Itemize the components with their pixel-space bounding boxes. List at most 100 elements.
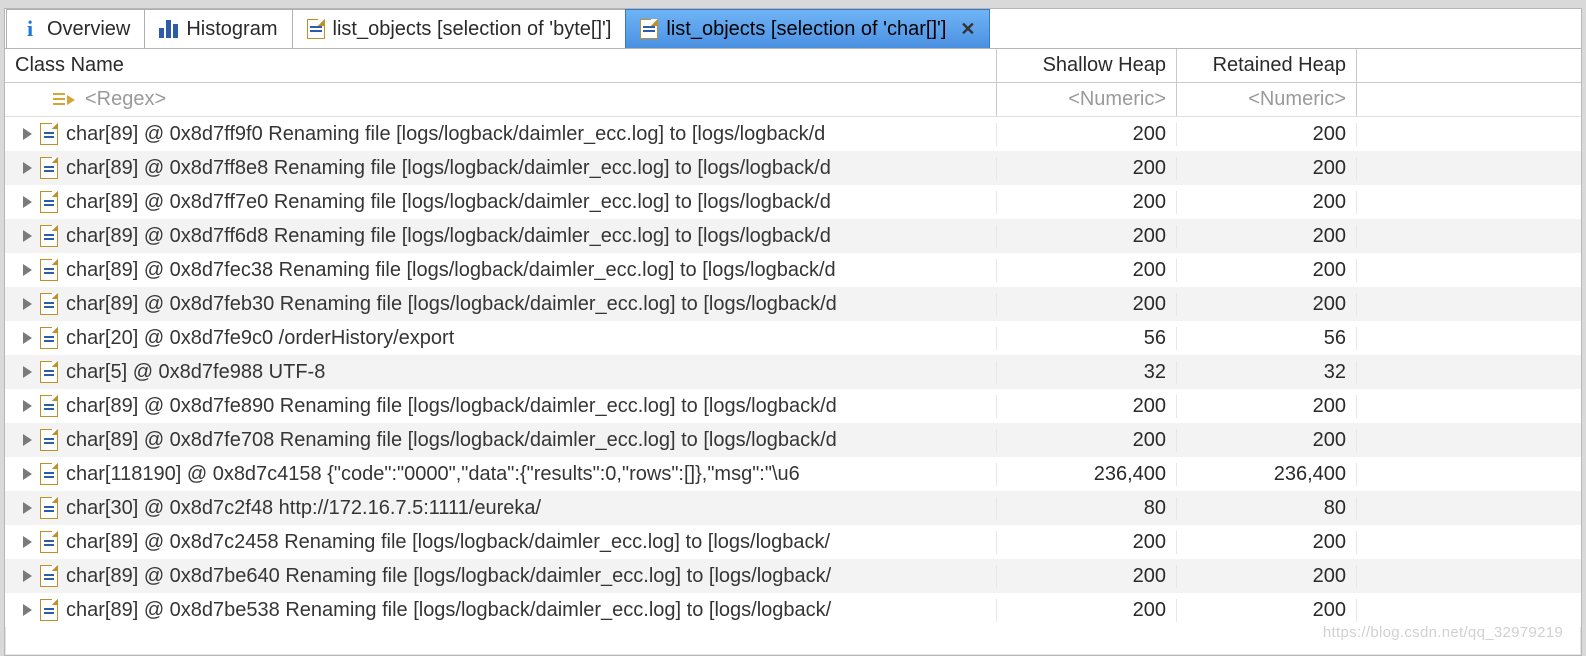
row-class-name: char[89] @ 0x8d7be538 Renaming file [log… xyxy=(66,599,831,622)
row-shallow-heap: 200 xyxy=(997,531,1177,554)
object-icon xyxy=(40,191,58,213)
column-header-class-name[interactable]: Class Name xyxy=(5,49,997,82)
expand-caret-icon[interactable] xyxy=(23,536,32,548)
object-icon xyxy=(40,531,58,553)
row-retained-heap: 236,400 xyxy=(1177,463,1357,486)
row-shallow-heap: 200 xyxy=(997,191,1177,214)
table-row[interactable]: char[89] @ 0x8d7be538 Renaming file [log… xyxy=(5,593,1581,627)
row-shallow-heap: 200 xyxy=(997,123,1177,146)
expand-caret-icon[interactable] xyxy=(23,604,32,616)
tab-list-objects-char[interactable]: list_objects [selection of 'char[]'] ✕ xyxy=(625,9,990,48)
table-row[interactable]: char[89] @ 0x8d7c2458 Renaming file [log… xyxy=(5,525,1581,559)
row-retained-heap: 32 xyxy=(1177,361,1357,384)
row-retained-heap: 200 xyxy=(1177,565,1357,588)
row-shallow-heap: 200 xyxy=(997,565,1177,588)
table-body: char[89] @ 0x8d7ff9f0 Renaming file [log… xyxy=(5,117,1581,655)
row-class-name: char[20] @ 0x8d7fe9c0 /orderHistory/expo… xyxy=(66,327,454,350)
row-class-name: char[89] @ 0x8d7ff9f0 Renaming file [log… xyxy=(66,123,825,146)
row-class-name: char[118190] @ 0x8d7c4158 {"code":"0000"… xyxy=(66,463,800,486)
table-row[interactable]: char[118190] @ 0x8d7c4158 {"code":"0000"… xyxy=(5,457,1581,491)
column-header-shallow-heap[interactable]: Shallow Heap xyxy=(997,49,1177,82)
object-icon xyxy=(40,327,58,349)
table-row[interactable]: char[30] @ 0x8d7c2f48 http://172.16.7.5:… xyxy=(5,491,1581,525)
close-icon[interactable]: ✕ xyxy=(960,19,975,40)
filter-row: <Regex> <Numeric> <Numeric> xyxy=(5,83,1581,117)
row-class-name: char[89] @ 0x8d7be640 Renaming file [log… xyxy=(66,565,831,588)
table-row[interactable]: char[89] @ 0x8d7feb30 Renaming file [log… xyxy=(5,287,1581,321)
row-retained-heap: 200 xyxy=(1177,293,1357,316)
table-row[interactable]: char[89] @ 0x8d7fe708 Renaming file [log… xyxy=(5,423,1581,457)
object-icon xyxy=(40,361,58,383)
row-retained-heap: 200 xyxy=(1177,531,1357,554)
filter-shallow-input[interactable]: <Numeric> xyxy=(1068,88,1166,111)
expand-caret-icon[interactable] xyxy=(23,570,32,582)
filter-retained-input[interactable]: <Numeric> xyxy=(1248,88,1346,111)
tab-label: list_objects [selection of 'char[]'] xyxy=(666,18,946,41)
info-icon: i xyxy=(21,16,39,42)
expand-caret-icon[interactable] xyxy=(23,162,32,174)
object-icon xyxy=(40,463,58,485)
tab-list-objects-byte[interactable]: list_objects [selection of 'byte[]'] xyxy=(292,9,627,48)
expand-caret-icon[interactable] xyxy=(23,196,32,208)
row-class-name: char[89] @ 0x8d7c2458 Renaming file [log… xyxy=(66,531,830,554)
expand-caret-icon[interactable] xyxy=(23,400,32,412)
row-shallow-heap: 200 xyxy=(997,599,1177,622)
table-row[interactable]: char[89] @ 0x8d7ff9f0 Renaming file [log… xyxy=(5,117,1581,151)
histogram-icon xyxy=(159,20,178,38)
tab-histogram[interactable]: Histogram xyxy=(144,9,292,48)
tab-overview[interactable]: i Overview xyxy=(6,9,145,48)
expand-caret-icon[interactable] xyxy=(23,230,32,242)
table-row[interactable]: char[89] @ 0x8d7be640 Renaming file [log… xyxy=(5,559,1581,593)
row-retained-heap: 200 xyxy=(1177,123,1357,146)
row-shallow-heap: 200 xyxy=(997,293,1177,316)
expand-caret-icon[interactable] xyxy=(23,264,32,276)
expand-caret-icon[interactable] xyxy=(23,502,32,514)
row-class-name: char[89] @ 0x8d7fe708 Renaming file [log… xyxy=(66,429,837,452)
row-shallow-heap: 32 xyxy=(997,361,1177,384)
object-icon xyxy=(40,565,58,587)
row-shallow-heap: 80 xyxy=(997,497,1177,520)
object-icon xyxy=(40,497,58,519)
tab-bar: i Overview Histogram list_objects [selec… xyxy=(5,9,1581,49)
row-retained-heap: 80 xyxy=(1177,497,1357,520)
tab-label: list_objects [selection of 'byte[]'] xyxy=(333,18,612,41)
row-shallow-heap: 200 xyxy=(997,259,1177,282)
object-icon xyxy=(40,259,58,281)
table-header: Class Name Shallow Heap Retained Heap xyxy=(5,49,1581,83)
row-retained-heap: 200 xyxy=(1177,599,1357,622)
table-row[interactable]: char[89] @ 0x8d7ff6d8 Renaming file [log… xyxy=(5,219,1581,253)
row-retained-heap: 200 xyxy=(1177,429,1357,452)
filter-regex-input[interactable]: <Regex> xyxy=(85,88,166,111)
table-row[interactable]: char[89] @ 0x8d7ff8e8 Renaming file [log… xyxy=(5,151,1581,185)
row-class-name: char[5] @ 0x8d7fe988 UTF-8 xyxy=(66,361,325,384)
table-row[interactable]: char[20] @ 0x8d7fe9c0 /orderHistory/expo… xyxy=(5,321,1581,355)
row-class-name: char[89] @ 0x8d7fec38 Renaming file [log… xyxy=(66,259,836,282)
object-icon xyxy=(40,293,58,315)
column-header-retained-heap[interactable]: Retained Heap xyxy=(1177,49,1357,82)
row-retained-heap: 200 xyxy=(1177,259,1357,282)
row-class-name: char[30] @ 0x8d7c2f48 http://172.16.7.5:… xyxy=(66,497,541,520)
expand-caret-icon[interactable] xyxy=(23,434,32,446)
expand-caret-icon[interactable] xyxy=(23,468,32,480)
table-row[interactable]: char[89] @ 0x8d7ff7e0 Renaming file [log… xyxy=(5,185,1581,219)
object-icon xyxy=(40,599,58,621)
table-row[interactable]: char[89] @ 0x8d7fec38 Renaming file [log… xyxy=(5,253,1581,287)
object-icon xyxy=(40,157,58,179)
table-row[interactable]: char[5] @ 0x8d7fe988 UTF-8 3232 xyxy=(5,355,1581,389)
row-shallow-heap: 56 xyxy=(997,327,1177,350)
row-retained-heap: 200 xyxy=(1177,157,1357,180)
expand-caret-icon[interactable] xyxy=(23,298,32,310)
object-icon xyxy=(40,429,58,451)
object-icon xyxy=(40,225,58,247)
expand-caret-icon[interactable] xyxy=(23,366,32,378)
row-retained-heap: 200 xyxy=(1177,225,1357,248)
sheet-icon xyxy=(307,19,325,39)
table-row[interactable]: char[89] @ 0x8d7fe890 Renaming file [log… xyxy=(5,389,1581,423)
tab-label: Histogram xyxy=(186,18,277,41)
row-class-name: char[89] @ 0x8d7ff8e8 Renaming file [log… xyxy=(66,157,831,180)
expand-caret-icon[interactable] xyxy=(23,128,32,140)
row-retained-heap: 56 xyxy=(1177,327,1357,350)
row-shallow-heap: 200 xyxy=(997,225,1177,248)
expand-caret-icon[interactable] xyxy=(23,332,32,344)
row-shallow-heap: 236,400 xyxy=(997,463,1177,486)
